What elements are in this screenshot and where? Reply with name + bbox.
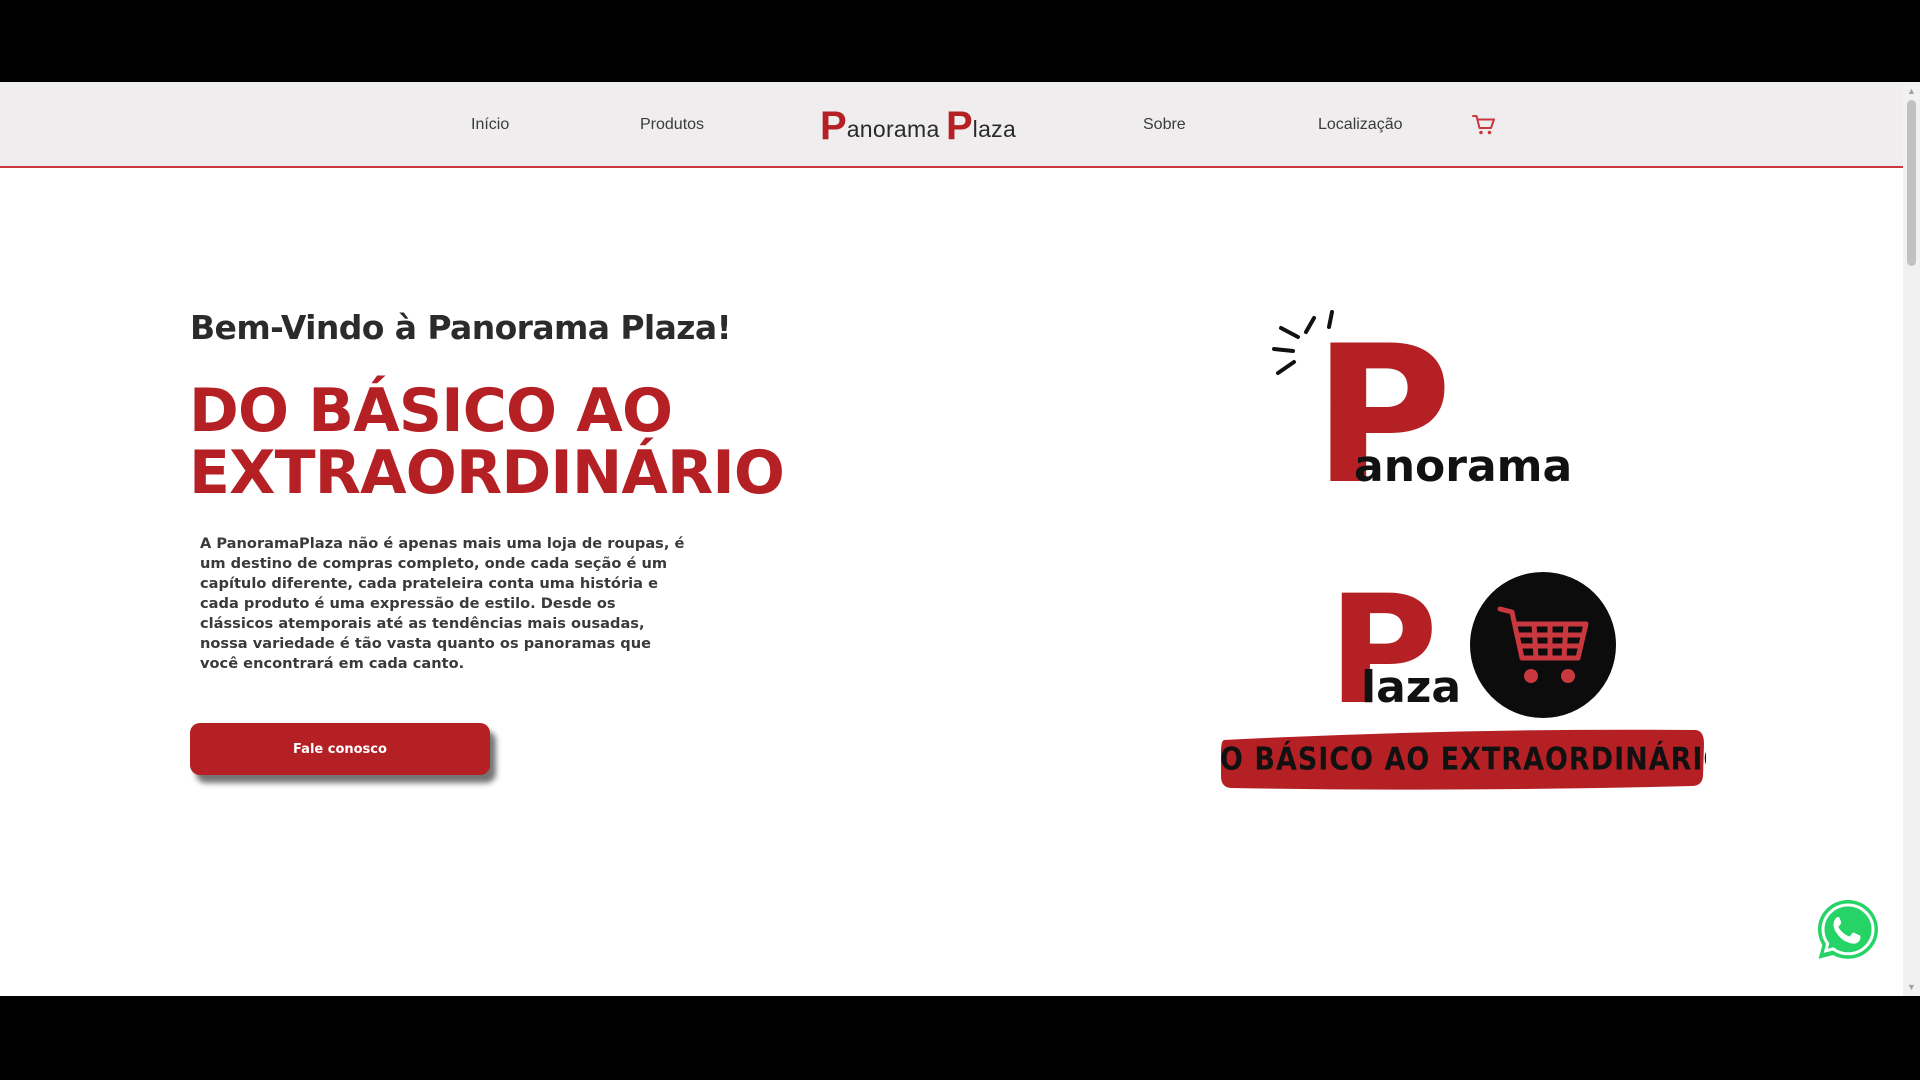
letterbox-top — [0, 0, 1920, 82]
nav-link-localizacao[interactable]: Localização — [1318, 82, 1403, 168]
nav-link-inicio[interactable]: Início — [471, 82, 509, 168]
letterbox-bottom — [0, 996, 1920, 1080]
brand-word-1: anorama — [846, 116, 940, 142]
brand-letter-p1: P — [820, 104, 847, 148]
brand-word-2: laza — [972, 116, 1017, 142]
logo-banner-text: DO BÁSICO AO EXTRAORDINÁRIO — [1218, 741, 1706, 777]
panorama-plaza-logo: P anorama P laza DO BÁSICO AO EXTRAORDIN… — [1218, 305, 1706, 790]
nav-link-sobre[interactable]: Sobre — [1143, 82, 1186, 168]
cart-icon[interactable] — [1472, 114, 1496, 136]
scroll-down-icon[interactable]: ▼ — [1903, 980, 1920, 994]
welcome-heading: Bem-Vindo à Panorama Plaza! — [190, 308, 732, 347]
logo-word-laza: laza — [1361, 662, 1461, 713]
hero-headline: DO BÁSICO AO EXTRAORDINÁRIO — [189, 380, 949, 504]
nav-link-produtos[interactable]: Produtos — [640, 82, 704, 168]
hero-description: A PanoramaPlaza não é apenas mais uma lo… — [200, 535, 685, 672]
logo-letter-p-top: P — [1313, 305, 1452, 526]
scrollbar[interactable]: ▲ ▼ — [1903, 82, 1920, 996]
contact-us-button[interactable]: Fale conosco — [190, 723, 490, 775]
brand-letter-p2: P — [945, 104, 973, 148]
hero-headline-line-2: EXTRAORDINÁRIO — [189, 438, 785, 508]
scroll-up-icon[interactable]: ▲ — [1903, 84, 1920, 98]
whatsapp-icon[interactable] — [1812, 894, 1884, 966]
logo-word-anorama: anorama — [1354, 441, 1572, 492]
brand-logo[interactable]: Panorama Plaza — [820, 104, 1016, 148]
hero-headline-line-1: DO BÁSICO AO — [189, 376, 673, 446]
navbar: Início Produtos Panorama Plaza Sobre Loc… — [0, 82, 1903, 168]
scrollbar-thumb[interactable] — [1907, 100, 1916, 266]
browser-viewport: Início Produtos Panorama Plaza Sobre Loc… — [0, 82, 1920, 996]
